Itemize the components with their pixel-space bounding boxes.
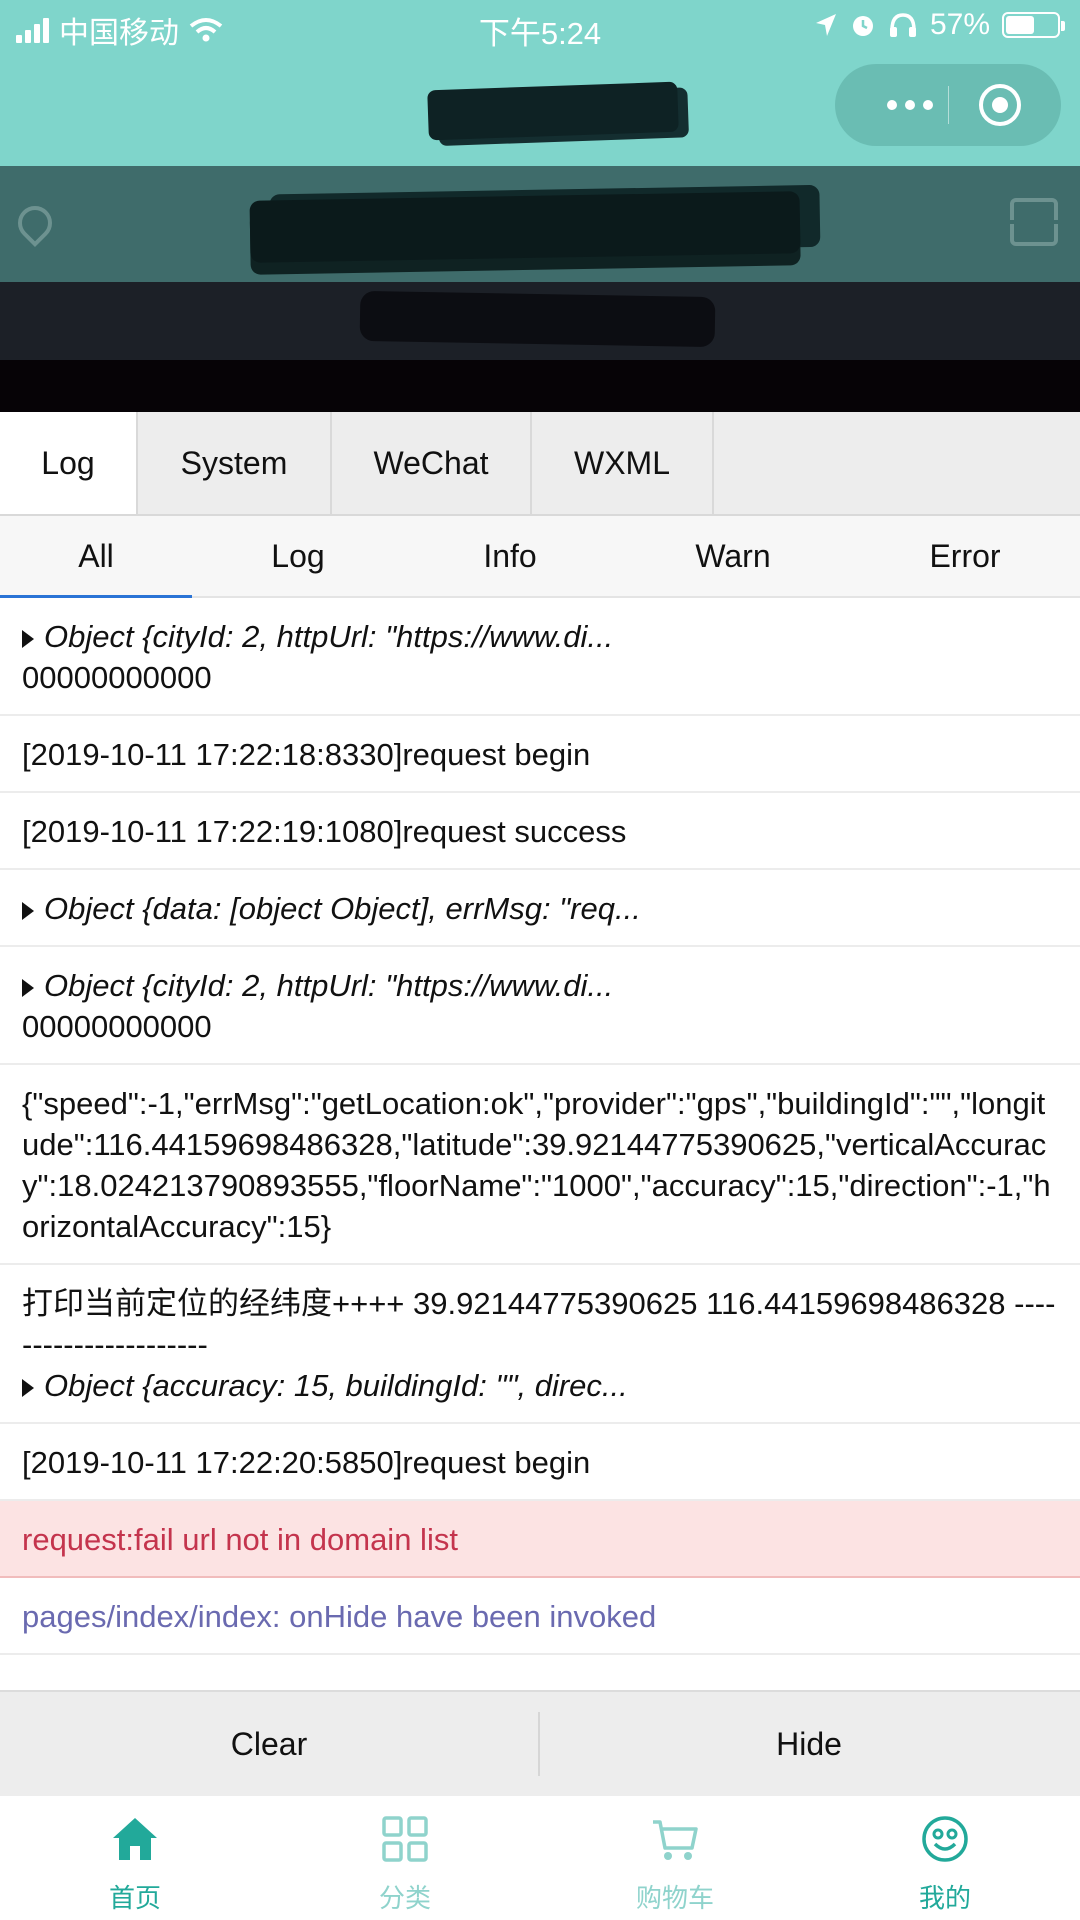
status-right: 57% xyxy=(814,8,1065,42)
battery-level xyxy=(1006,16,1034,34)
tabbar-item-home[interactable]: 首页 xyxy=(0,1796,270,1920)
tab-log[interactable]: Log xyxy=(0,412,138,514)
tabbar-item-category[interactable]: 分类 xyxy=(270,1796,540,1920)
expand-arrow-icon[interactable] xyxy=(22,901,34,920)
tab-system[interactable]: System xyxy=(138,412,332,514)
filter-log[interactable]: Log xyxy=(200,516,396,596)
alarm-icon xyxy=(852,16,873,36)
log-item-info: pages/index/index: onHide have been invo… xyxy=(0,1578,1080,1655)
log-item: [2019-10-11 17:22:20:5850]request begin xyxy=(0,1424,1080,1501)
expand-arrow-icon[interactable] xyxy=(22,978,34,997)
capsule-divider xyxy=(948,86,949,124)
scan-icon[interactable] xyxy=(1010,198,1058,246)
log-item: [2019-10-11 17:22:19:1080]request succes… xyxy=(0,793,1080,870)
mini-program-nav xyxy=(0,56,1080,166)
battery-percent: 57% xyxy=(929,8,990,41)
location-pin-icon[interactable] xyxy=(10,198,60,248)
more-button[interactable] xyxy=(875,88,945,122)
filter-info[interactable]: Info xyxy=(410,516,610,596)
log-list[interactable]: Object {cityId: 2, httpUrl: "https://www… xyxy=(0,598,1080,1690)
log-item[interactable]: Object {cityId: 2, httpUrl: "https://www… xyxy=(0,598,1080,716)
headphones-icon xyxy=(889,13,916,37)
header-banner xyxy=(0,282,1080,360)
clear-button[interactable]: Clear xyxy=(0,1692,538,1796)
expand-arrow-icon[interactable] xyxy=(22,629,34,648)
tabbar-item-cart[interactable]: 购物车 xyxy=(540,1796,810,1920)
status-bar: 中国移动 下午5:24 57% xyxy=(0,0,1080,56)
header-strip xyxy=(0,360,1080,412)
page-header xyxy=(0,166,1080,282)
battery-icon xyxy=(1002,12,1065,38)
log-item[interactable]: Object {cityId: 2, httpUrl: "https://www… xyxy=(0,947,1080,1065)
redacted-title xyxy=(427,81,679,141)
log-item[interactable]: 打印当前定位的经纬度++++ 39.92144775390625 116.441… xyxy=(0,1265,1080,1424)
smiley-icon xyxy=(922,1816,968,1862)
log-item: {"speed":-1,"errMsg":"getLocation:ok","p… xyxy=(0,1065,1080,1265)
capsule-menu xyxy=(835,64,1061,146)
tab-wechat[interactable]: WeChat xyxy=(332,412,532,514)
tab-wxml[interactable]: WXML xyxy=(532,412,714,514)
tabbar-item-mine[interactable]: 我的 xyxy=(810,1796,1080,1920)
console-buttons: Clear Hide xyxy=(0,1690,1080,1798)
bottom-tabbar: 首页 分类 购物车 我的 xyxy=(0,1796,1080,1920)
redacted-logo xyxy=(249,191,801,263)
filter-error[interactable]: Error xyxy=(865,516,1065,596)
log-item-error: request:fail url not in domain list xyxy=(0,1501,1080,1578)
cart-icon xyxy=(653,1820,698,1860)
redacted-banner-text xyxy=(359,290,716,348)
log-filter-tabs: All Log Info Warn Error xyxy=(0,516,1080,598)
console-tabs: Log System WeChat WXML xyxy=(0,412,1080,516)
filter-warn[interactable]: Warn xyxy=(633,516,833,596)
log-item: [2019-10-11 17:22:18:8330]request begin xyxy=(0,716,1080,793)
close-button[interactable] xyxy=(979,84,1021,126)
location-arrow-icon xyxy=(815,14,836,36)
hide-button[interactable]: Hide xyxy=(540,1692,1078,1796)
expand-arrow-icon[interactable] xyxy=(22,1378,34,1397)
grid-icon xyxy=(382,1816,428,1862)
filter-all[interactable]: All xyxy=(0,516,192,598)
home-icon xyxy=(113,1818,157,1860)
log-item[interactable]: Object {data: [object Object], errMsg: "… xyxy=(0,870,1080,947)
